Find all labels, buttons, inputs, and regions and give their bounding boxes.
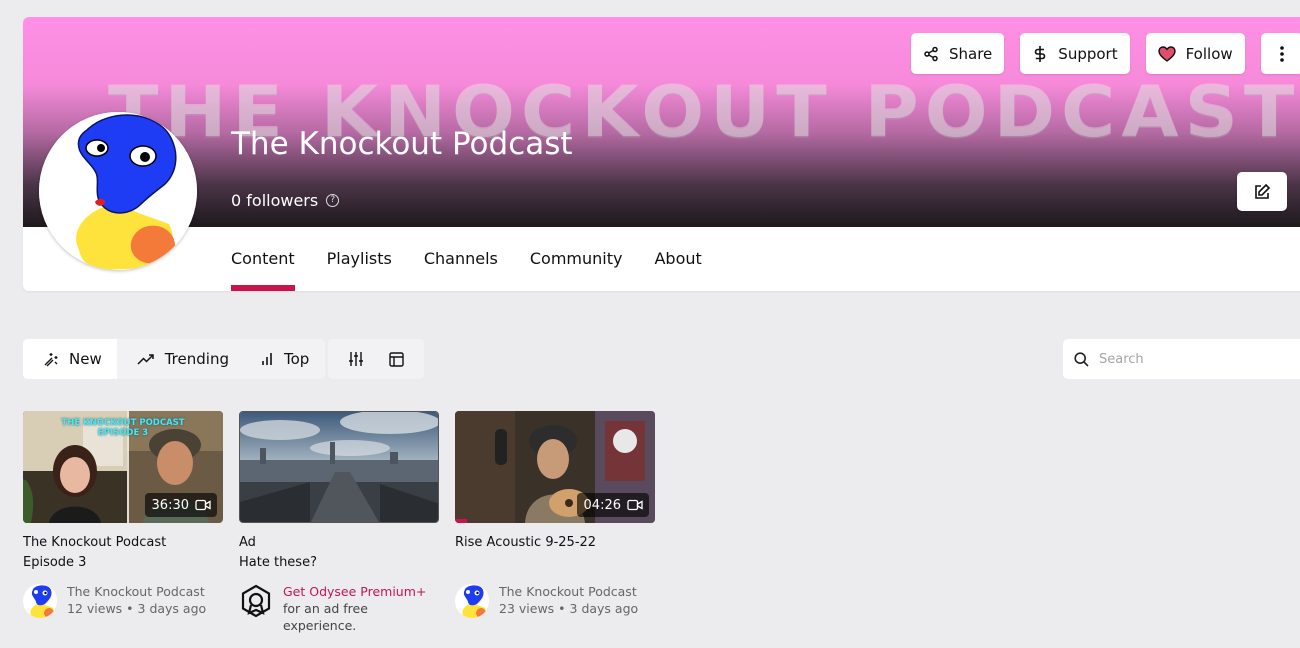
- search-input[interactable]: [1099, 351, 1279, 367]
- filter-sliders-icon: [349, 352, 364, 366]
- channel-header: THE KNOCKOUT PODCAST The Knockout Podcas…: [23, 17, 1300, 291]
- channel-avatar-small[interactable]: [455, 584, 489, 618]
- sort-trending-button[interactable]: Trending: [116, 339, 244, 379]
- followers-count: 0 followers ?: [231, 191, 340, 210]
- sort-filters: New Trending Top: [23, 339, 326, 379]
- share-button[interactable]: Share: [911, 33, 1005, 74]
- tab-content[interactable]: Content: [231, 227, 295, 291]
- sort-top-button[interactable]: Top: [243, 339, 326, 379]
- odysee-premium-icon: [239, 584, 273, 618]
- sort-trending-label: Trending: [164, 350, 229, 368]
- channel-name[interactable]: The Knockout Podcast: [67, 583, 206, 600]
- tab-about[interactable]: About: [654, 227, 701, 291]
- video-camera-icon: [627, 499, 643, 511]
- channel-search: [1063, 339, 1300, 379]
- premium-link[interactable]: Get Odysee Premium+: [283, 583, 439, 600]
- video-card[interactable]: 04:26 Rise Acoustic 9-25-22 The Knockout…: [455, 411, 655, 618]
- tab-playlists[interactable]: Playlists: [327, 227, 392, 291]
- watch-progress: [455, 519, 467, 523]
- duration-badge: 04:26: [576, 493, 649, 517]
- layout-icon: [389, 351, 404, 367]
- trending-icon: [137, 354, 154, 365]
- tab-community[interactable]: Community: [530, 227, 623, 291]
- follow-button[interactable]: Follow: [1145, 33, 1245, 74]
- view-stats: 23 views • 3 days ago: [499, 601, 639, 616]
- video-card[interactable]: THE KNOCKOUT PODCAST EPISODE 3 36:30 The…: [23, 411, 223, 618]
- more-options-button[interactable]: [1260, 33, 1300, 74]
- video-title[interactable]: The Knockout Podcast Episode 3: [23, 533, 223, 573]
- dollar-icon: [1034, 45, 1046, 62]
- video-meta: The Knockout Podcast 23 views • 3 days a…: [455, 583, 655, 618]
- ad-thumbnail[interactable]: [239, 411, 439, 523]
- view-tools: [328, 339, 424, 379]
- video-camera-icon: [195, 499, 211, 511]
- upload-age: 3 days ago: [137, 601, 207, 616]
- channel-avatar[interactable]: [39, 112, 197, 270]
- premium-subtext: for an ad free experience.: [283, 601, 368, 633]
- video-meta: The Knockout Podcast 12 views • 3 days a…: [23, 583, 223, 618]
- channel-title: The Knockout Podcast: [231, 126, 573, 162]
- channel-name[interactable]: The Knockout Podcast: [499, 583, 638, 600]
- help-icon[interactable]: ?: [326, 194, 340, 207]
- channel-tabs: Content Playlists Channels Community Abo…: [231, 227, 702, 291]
- edit-icon: [1255, 183, 1271, 199]
- new-sparkle-icon: [44, 353, 58, 367]
- ad-title: Ad Hate these?: [239, 533, 439, 573]
- video-title-line2: Episode 3: [23, 555, 87, 570]
- sort-new-label: New: [69, 350, 102, 368]
- more-vertical-icon: [1279, 45, 1284, 62]
- upload-age: 3 days ago: [569, 601, 639, 616]
- video-title-line1: The Knockout Podcast: [23, 535, 167, 550]
- share-icon: [924, 46, 938, 61]
- support-label: Support: [1058, 44, 1118, 63]
- video-title[interactable]: Rise Acoustic 9-25-22: [455, 533, 655, 553]
- thumbnail-caption-2: EPISODE 3: [97, 428, 149, 438]
- duration-label: 04:26: [583, 497, 621, 513]
- heart-icon: [1157, 45, 1176, 62]
- video-thumbnail[interactable]: THE KNOCKOUT PODCAST EPISODE 3 36:30: [23, 411, 223, 523]
- view-count: 12 views: [67, 601, 123, 616]
- header-actions: Share Support Follow: [911, 33, 1300, 74]
- thumbnail-caption-1: THE KNOCKOUT PODCAST: [61, 418, 185, 428]
- sort-top-label: Top: [283, 350, 310, 368]
- top-bars-icon: [262, 353, 272, 365]
- followers-label: 0 followers: [231, 191, 319, 210]
- video-thumbnail[interactable]: 04:26: [455, 411, 655, 523]
- ad-card[interactable]: Ad Hate these? Get Odysee Premium+ for a…: [239, 411, 439, 634]
- duration-badge: 36:30: [144, 493, 217, 517]
- filter-options-button[interactable]: [348, 351, 364, 367]
- ad-prompt: Hate these?: [239, 555, 317, 570]
- channel-avatar-small[interactable]: [23, 584, 57, 618]
- view-stats: 12 views • 3 days ago: [67, 601, 207, 616]
- view-count: 23 views: [499, 601, 555, 616]
- share-label: Share: [949, 44, 993, 63]
- tab-channels[interactable]: Channels: [424, 227, 498, 291]
- sort-new-button[interactable]: New: [23, 339, 117, 379]
- duration-label: 36:30: [151, 497, 189, 513]
- ad-label: Ad: [239, 535, 256, 550]
- follow-label: Follow: [1185, 44, 1233, 63]
- layout-toggle-button[interactable]: [389, 351, 404, 367]
- edit-channel-button[interactable]: [1237, 172, 1287, 211]
- search-icon: [1074, 351, 1089, 367]
- ad-meta: Get Odysee Premium+ for an ad free exper…: [239, 583, 439, 634]
- support-button[interactable]: Support: [1020, 33, 1130, 74]
